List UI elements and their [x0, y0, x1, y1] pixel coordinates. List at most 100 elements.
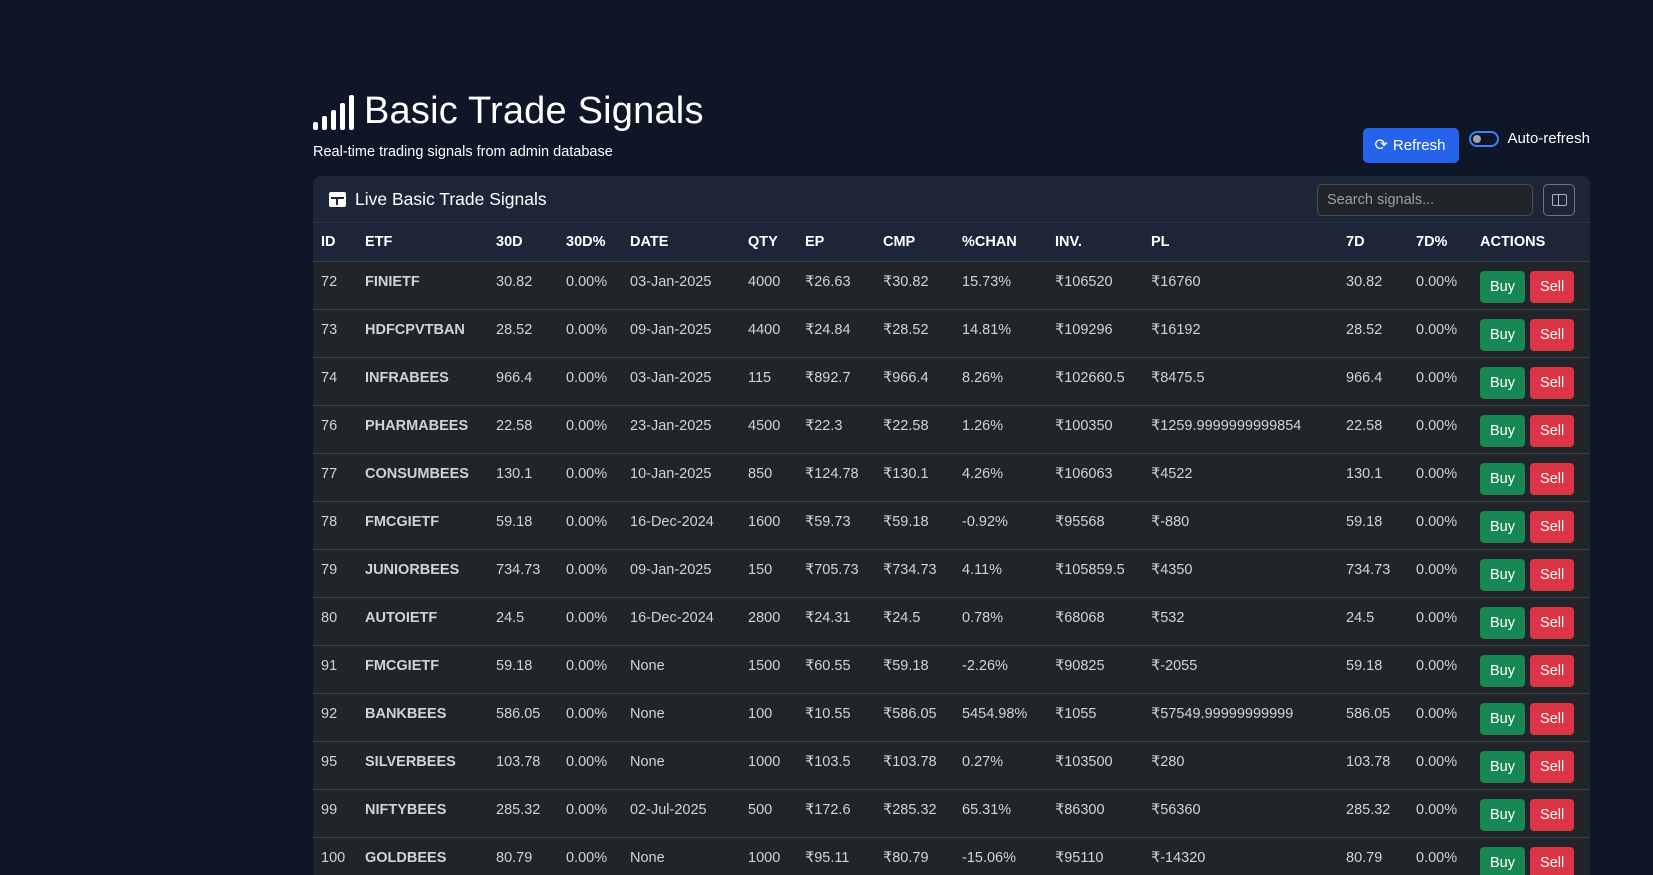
column-header-30d[interactable]: 30D% — [558, 223, 622, 262]
cell-7d: 966.4 — [1346, 369, 1383, 386]
cell--chan: 4.11% — [962, 561, 1003, 578]
cell-30d: 30.82 — [496, 273, 533, 290]
sell-button[interactable]: Sell — [1530, 702, 1575, 735]
sell-button[interactable]: Sell — [1530, 270, 1575, 303]
column-header-ep[interactable]: EP — [797, 223, 875, 262]
sell-button[interactable]: Sell — [1530, 510, 1575, 543]
cell-7d: 285.32 — [1346, 801, 1391, 818]
cell-etf: FINIETF — [365, 273, 420, 290]
buy-button[interactable]: Buy — [1480, 270, 1525, 303]
signals-table: ID ETF 30D 30D% DATE QTY EP CMP %CHAN INV. PL 7D 7D%… — [313, 223, 1590, 875]
buy-button[interactable]: Buy — [1480, 750, 1525, 783]
cell-id: 100 — [321, 849, 346, 866]
cell-qty: 1500 — [748, 657, 781, 674]
buy-button[interactable]: Buy — [1480, 798, 1525, 831]
column-header-cmp[interactable]: CMP — [875, 223, 954, 262]
cell-cmp: ₹28.52 — [883, 321, 929, 338]
sell-button[interactable]: Sell — [1530, 414, 1575, 447]
buy-button[interactable]: Buy — [1480, 366, 1525, 399]
column-toggle-button[interactable] — [1543, 184, 1575, 216]
column-header-etf[interactable]: ETF — [357, 223, 488, 262]
column-header-30d[interactable]: 30D — [488, 223, 558, 262]
page-header: Basic Trade Signals Real-time trading si… — [313, 90, 1590, 163]
cell-ep: ₹705.73 — [805, 561, 859, 578]
cell-qty: 1600 — [748, 513, 781, 530]
cell-30d: 22.58 — [496, 417, 533, 434]
table-header-row: ID ETF 30D 30D% DATE QTY EP CMP %CHAN INV. PL 7D 7D%… — [313, 223, 1590, 262]
cell-actions: Buy Sell — [1472, 789, 1590, 837]
cell-pl: ₹16760 — [1151, 273, 1201, 290]
cell-30d: 0.00% — [566, 321, 608, 338]
cell-qty: 1000 — [748, 849, 781, 866]
table-row: 73 HDFCPVTBAN 28.52 0.00% 09-Jan-2025 4400 ₹24… — [313, 309, 1590, 357]
cell-30d: 0.00% — [566, 705, 608, 722]
cell-etf: NIFTYBEES — [365, 801, 447, 818]
buy-button[interactable]: Buy — [1480, 702, 1525, 735]
table-row: 78 FMCGIETF 59.18 0.00% 16-Dec-2024 1600 ₹59.7… — [313, 501, 1590, 549]
refresh-button[interactable]: ⟳ Refresh — [1362, 128, 1460, 163]
column-header--chan[interactable]: %CHAN — [954, 223, 1047, 262]
table-row: 76 PHARMABEES 22.58 0.00% 23-Jan-2025 4500 ₹22… — [313, 405, 1590, 453]
cell-30d: 0.00% — [566, 849, 608, 866]
cell-7d: 59.18 — [1346, 657, 1383, 674]
cell-7d: 0.00% — [1416, 849, 1458, 866]
cell--chan: 4.26% — [962, 465, 1004, 482]
cell-cmp: ₹30.82 — [883, 273, 929, 290]
cell-ep: ₹124.78 — [805, 465, 859, 482]
buy-button[interactable]: Buy — [1480, 654, 1525, 687]
cell-etf: JUNIORBEES — [365, 561, 460, 578]
signals-card: Live Basic Trade Signals IDETF30D30D%DAT… — [313, 176, 1590, 875]
cell-7d: 80.79 — [1346, 849, 1383, 866]
cell-pl: ₹280 — [1151, 753, 1185, 770]
column-header-id[interactable]: ID — [313, 223, 357, 262]
column-header-qty[interactable]: QTY — [740, 223, 797, 262]
cell-7d: 0.00% — [1416, 705, 1458, 722]
auto-refresh-toggle[interactable] — [1469, 130, 1500, 147]
cell-actions: Buy Sell — [1472, 741, 1590, 789]
cell-date: 16-Dec-2024 — [630, 609, 714, 626]
buy-button[interactable]: Buy — [1480, 462, 1525, 495]
cell-30d: 0.00% — [566, 609, 608, 626]
sell-button[interactable]: Sell — [1530, 750, 1575, 783]
column-header-date[interactable]: DATE — [622, 223, 740, 262]
cell-id: 91 — [321, 657, 338, 674]
cell-7d: 59.18 — [1346, 513, 1383, 530]
sell-button[interactable]: Sell — [1530, 366, 1575, 399]
cell-qty: 4000 — [748, 273, 781, 290]
column-header-7d[interactable]: 7D — [1338, 223, 1408, 262]
buy-button[interactable]: Buy — [1480, 846, 1525, 875]
columns-icon — [1551, 194, 1567, 206]
cell-etf: AUTOIETF — [365, 609, 438, 626]
sell-button[interactable]: Sell — [1530, 654, 1575, 687]
cell-etf: FMCGIETF — [365, 513, 440, 530]
sell-button[interactable]: Sell — [1530, 462, 1575, 495]
cell-inv: ₹109296 — [1055, 321, 1113, 338]
cell-pl: ₹56360 — [1151, 801, 1201, 818]
buy-button[interactable]: Buy — [1480, 558, 1525, 591]
sell-button[interactable]: Sell — [1530, 846, 1575, 875]
cell--chan: -2.26% — [962, 657, 1008, 674]
cell-30d: 0.00% — [566, 561, 608, 578]
cell-7d: 0.00% — [1416, 513, 1458, 530]
sell-button[interactable]: Sell — [1530, 798, 1575, 831]
buy-button[interactable]: Buy — [1480, 606, 1525, 639]
sell-button[interactable]: Sell — [1530, 558, 1575, 591]
sell-button[interactable]: Sell — [1530, 606, 1575, 639]
cell-7d: 24.5 — [1346, 609, 1375, 626]
cell-etf: CONSUMBEES — [365, 465, 469, 482]
cell-7d: 734.73 — [1346, 561, 1391, 578]
column-header-7d[interactable]: 7D% — [1408, 223, 1472, 262]
buy-button[interactable]: Buy — [1480, 414, 1525, 447]
sell-button[interactable]: Sell — [1530, 318, 1575, 351]
buy-button[interactable]: Buy — [1480, 318, 1525, 351]
column-header-actions[interactable]: ACTIONS — [1472, 223, 1590, 262]
cell-qty: 500 — [748, 801, 773, 818]
cell-7d: 0.00% — [1416, 321, 1458, 338]
table-row: 77 CONSUMBEES 130.1 0.00% 10-Jan-2025 850 ₹124… — [313, 453, 1590, 501]
buy-button[interactable]: Buy — [1480, 510, 1525, 543]
cell-7d: 0.00% — [1416, 657, 1458, 674]
cell-date: 03-Jan-2025 — [630, 273, 712, 290]
column-header-pl[interactable]: PL — [1143, 223, 1338, 262]
column-header-inv[interactable]: INV. — [1047, 223, 1143, 262]
search-input[interactable] — [1317, 184, 1533, 216]
